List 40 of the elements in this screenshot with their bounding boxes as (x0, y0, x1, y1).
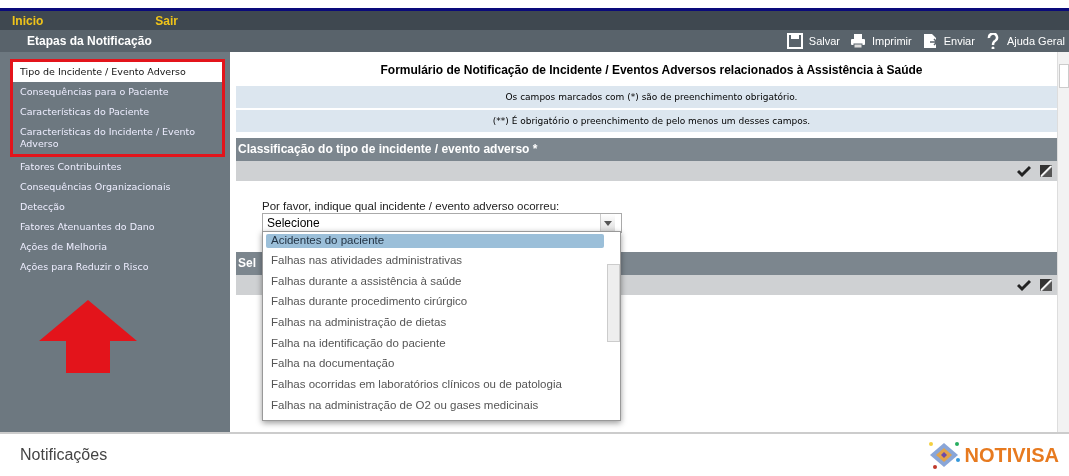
nav-link[interactable]: Sair (155, 13, 179, 28)
edit-icon[interactable] (1039, 278, 1053, 292)
sidebar-item[interactable]: Características do Paciente (13, 102, 222, 122)
sidebar-item[interactable]: Consequências Organizacionais (8, 177, 230, 197)
arrow-icon (38, 299, 138, 374)
sidebar-item[interactable]: Tipo de Incidente / Evento Adverso (13, 62, 222, 82)
footer-title: Notificações (20, 446, 108, 464)
edit-icon[interactable] (1039, 164, 1053, 178)
dropdown-option[interactable]: Falha na documentação (266, 353, 604, 375)
save-button[interactable]: Salvar (776, 33, 840, 49)
sidebar-item[interactable]: Consequências para o Paciente (13, 82, 222, 102)
document-icon (921, 33, 938, 49)
dropdown-option[interactable]: Falhas na administração de dietas (266, 312, 604, 333)
form-title: Formulário de Notificação de Incidente / Eventos Adversos relacionados à Assistência à Saúde (379, 62, 924, 79)
logo-icon (926, 440, 961, 470)
caret-icon (604, 220, 612, 226)
logo-text: NOTIVISA (964, 443, 1059, 467)
dropdown-option[interactable]: Falha na identificação do paciente (266, 332, 604, 354)
panel-title: Etapas da Notificação (27, 34, 153, 48)
dropdown-option[interactable]: Acidentes do paciente (266, 234, 604, 248)
dropdown-option[interactable]: Falhas na administração de O2 ou gases medicinais (266, 394, 604, 416)
sidebar-item[interactable]: Detecção (8, 197, 230, 217)
help-button[interactable]: Ajuda Geral (974, 33, 1065, 49)
sidebar-item[interactable]: Características do Incidente / Evento Adverso (13, 122, 222, 154)
check-icon[interactable] (1017, 278, 1031, 292)
sidebar-item[interactable]: Fatores Atenuantes do Dano (8, 217, 230, 237)
scrollbar[interactable] (1057, 52, 1069, 432)
select-field[interactable]: Selecione (262, 213, 622, 233)
send-button[interactable]: Enviar (911, 33, 975, 49)
sidebar-item[interactable]: Ações para Reduzir o Risco (8, 257, 230, 277)
nav-link[interactable]: Inicio (12, 13, 44, 28)
printer-icon (850, 33, 866, 49)
print-button[interactable]: Imprimir (840, 33, 912, 49)
dropdown-option[interactable]: Falhas nas atividades administrativas (266, 250, 604, 271)
dropdown-option[interactable]: Falhas ocorridas em laboratórios clínicos ou de patologia (266, 374, 604, 395)
sidebar-item[interactable]: Ações de Melhoria (8, 237, 230, 257)
question-label: Por favor, indique qual incidente / evento adverso ocorreu: (262, 200, 561, 212)
sidebar-item[interactable]: Fatores Contribuintes (8, 157, 230, 177)
dropdown-option[interactable]: Falhas durante procedimento cirúrgico (266, 291, 604, 313)
check-icon[interactable] (1017, 164, 1031, 178)
